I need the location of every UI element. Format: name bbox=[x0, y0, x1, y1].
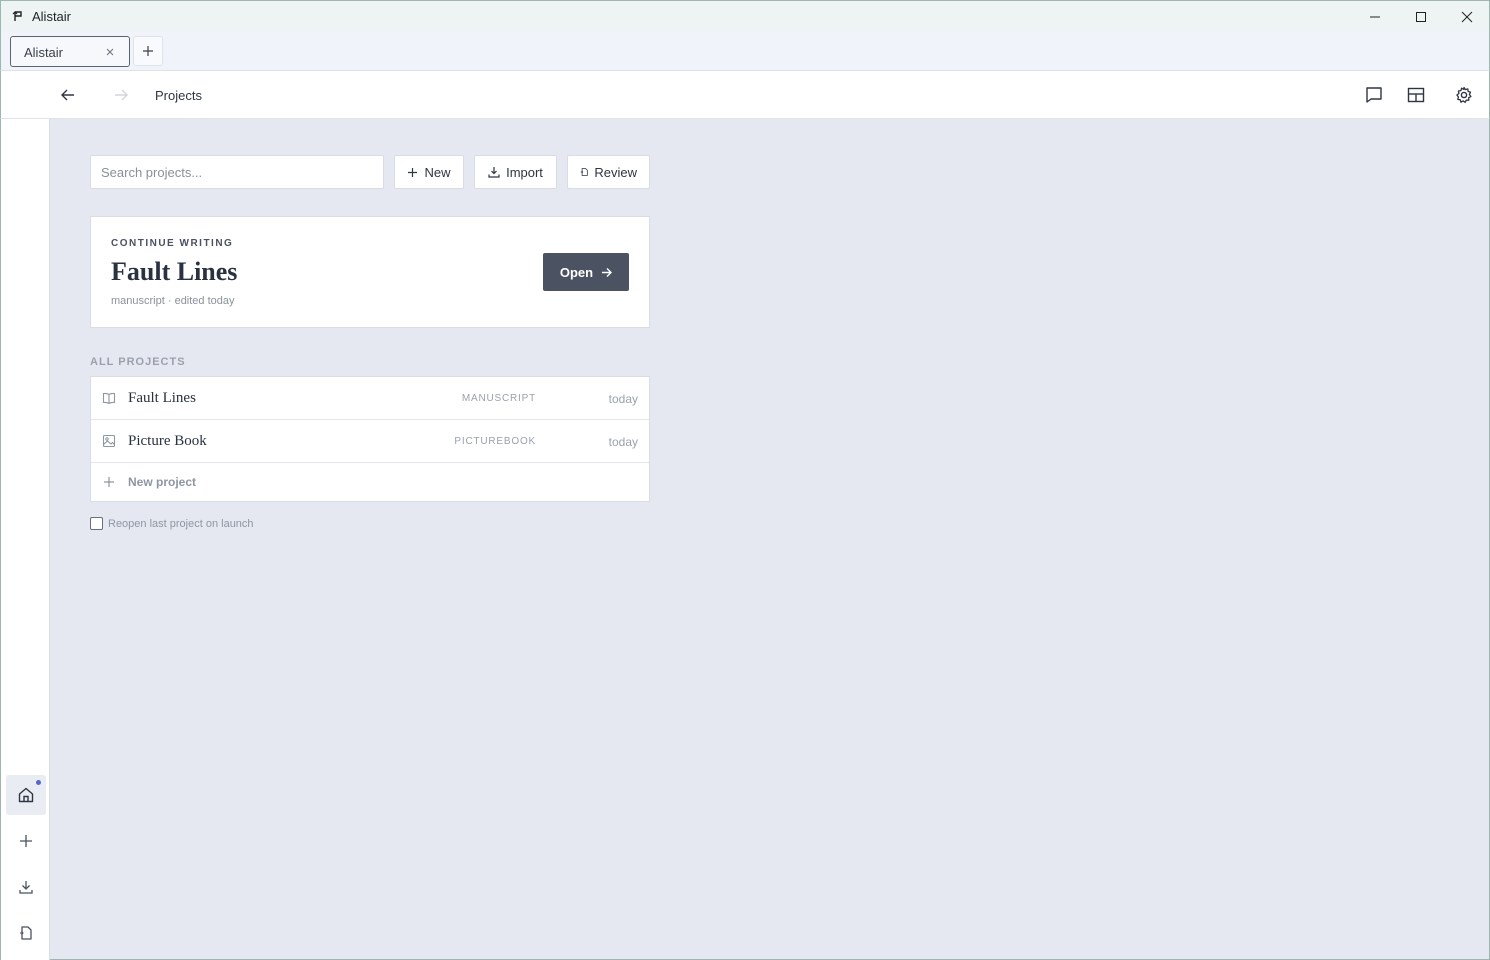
plus-icon bbox=[20, 835, 32, 847]
image-icon bbox=[102, 434, 116, 448]
home-icon bbox=[18, 787, 34, 803]
reopen-setting: Reopen last project on launch bbox=[90, 517, 254, 530]
reopen-checkbox[interactable] bbox=[90, 517, 103, 530]
sidebar-item-import[interactable] bbox=[6, 867, 46, 907]
project-row-picture-book[interactable]: Picture Book PICTUREBOOK today bbox=[91, 420, 649, 463]
close-window-button[interactable] bbox=[1444, 1, 1490, 32]
project-name: Fault Lines bbox=[128, 390, 196, 406]
layout-button[interactable] bbox=[1405, 84, 1427, 106]
book-icon bbox=[102, 391, 116, 405]
project-list: Fault Lines MANUSCRIPT today Picture Boo… bbox=[90, 376, 650, 502]
close-icon bbox=[1461, 11, 1473, 22]
layout-icon bbox=[1407, 87, 1425, 103]
continue-writing-card: CONTINUE WRITING Fault Lines manuscript … bbox=[90, 216, 650, 328]
new-button-label: New bbox=[424, 164, 451, 180]
import-button-label: Import bbox=[506, 164, 543, 180]
minimize-button[interactable] bbox=[1352, 1, 1398, 32]
open-button[interactable]: Open bbox=[543, 253, 629, 291]
window-title: Alistair bbox=[32, 9, 72, 24]
app-icon bbox=[11, 9, 25, 23]
download-icon bbox=[488, 167, 500, 178]
import-button[interactable]: Import bbox=[474, 155, 557, 189]
plus-icon bbox=[102, 475, 116, 489]
continue-eyebrow: CONTINUE WRITING bbox=[111, 238, 234, 249]
sidebar-item-home[interactable] bbox=[6, 775, 46, 815]
tab-strip: Alistair bbox=[0, 31, 1490, 71]
breadcrumb: Projects bbox=[155, 88, 202, 103]
project-type: MANUSCRIPT bbox=[461, 393, 536, 404]
gear-icon bbox=[1456, 86, 1472, 104]
all-projects-heading: ALL PROJECTS bbox=[90, 356, 186, 368]
plus-icon bbox=[408, 167, 418, 177]
notification-dot bbox=[36, 780, 41, 785]
project-row-fault-lines[interactable]: Fault Lines MANUSCRIPT today bbox=[91, 377, 649, 420]
sidebar-item-new[interactable] bbox=[6, 821, 46, 861]
sidebar bbox=[0, 119, 50, 960]
sidebar-item-review[interactable] bbox=[6, 913, 46, 953]
comment-icon bbox=[1366, 87, 1382, 103]
plus-icon bbox=[143, 46, 153, 56]
main-content: New Import Review CONTINUE WRITING Fault… bbox=[50, 119, 1490, 960]
arrow-left-icon bbox=[61, 89, 74, 101]
new-project-row[interactable]: New project bbox=[91, 463, 649, 501]
comments-button[interactable] bbox=[1363, 84, 1385, 106]
download-icon bbox=[19, 881, 33, 894]
document-review-icon bbox=[20, 926, 32, 940]
new-tab-button[interactable] bbox=[133, 36, 163, 66]
settings-button[interactable] bbox=[1453, 84, 1475, 106]
arrow-right-icon bbox=[602, 267, 613, 277]
document-review-icon bbox=[580, 168, 588, 176]
tab-close-icon[interactable] bbox=[104, 46, 116, 58]
arrow-right-icon bbox=[115, 89, 128, 101]
maximize-button[interactable] bbox=[1398, 1, 1444, 32]
tab-alistair[interactable]: Alistair bbox=[10, 36, 130, 67]
maximize-icon bbox=[1416, 11, 1426, 22]
new-project-label: New project bbox=[128, 475, 197, 489]
reopen-checkbox-label[interactable]: Reopen last project on launch bbox=[108, 518, 254, 530]
forward-button[interactable] bbox=[111, 85, 131, 105]
project-date: today bbox=[608, 435, 638, 449]
minimize-icon bbox=[1370, 16, 1380, 17]
tab-label: Alistair bbox=[24, 45, 64, 60]
continue-project-meta: manuscript · edited today bbox=[111, 295, 235, 307]
title-bar: Alistair bbox=[0, 0, 1490, 31]
continue-project-title: Fault Lines bbox=[111, 257, 238, 286]
review-button[interactable]: Review bbox=[567, 155, 650, 189]
project-date: today bbox=[608, 392, 638, 406]
nav-bar: Projects bbox=[0, 71, 1490, 119]
open-button-label: Open bbox=[559, 264, 594, 280]
search-input[interactable] bbox=[90, 155, 384, 189]
new-button[interactable]: New bbox=[394, 155, 464, 189]
project-name: Picture Book bbox=[128, 433, 207, 449]
review-button-label: Review bbox=[594, 164, 637, 180]
project-type: PICTUREBOOK bbox=[454, 436, 536, 447]
back-button[interactable] bbox=[58, 85, 78, 105]
